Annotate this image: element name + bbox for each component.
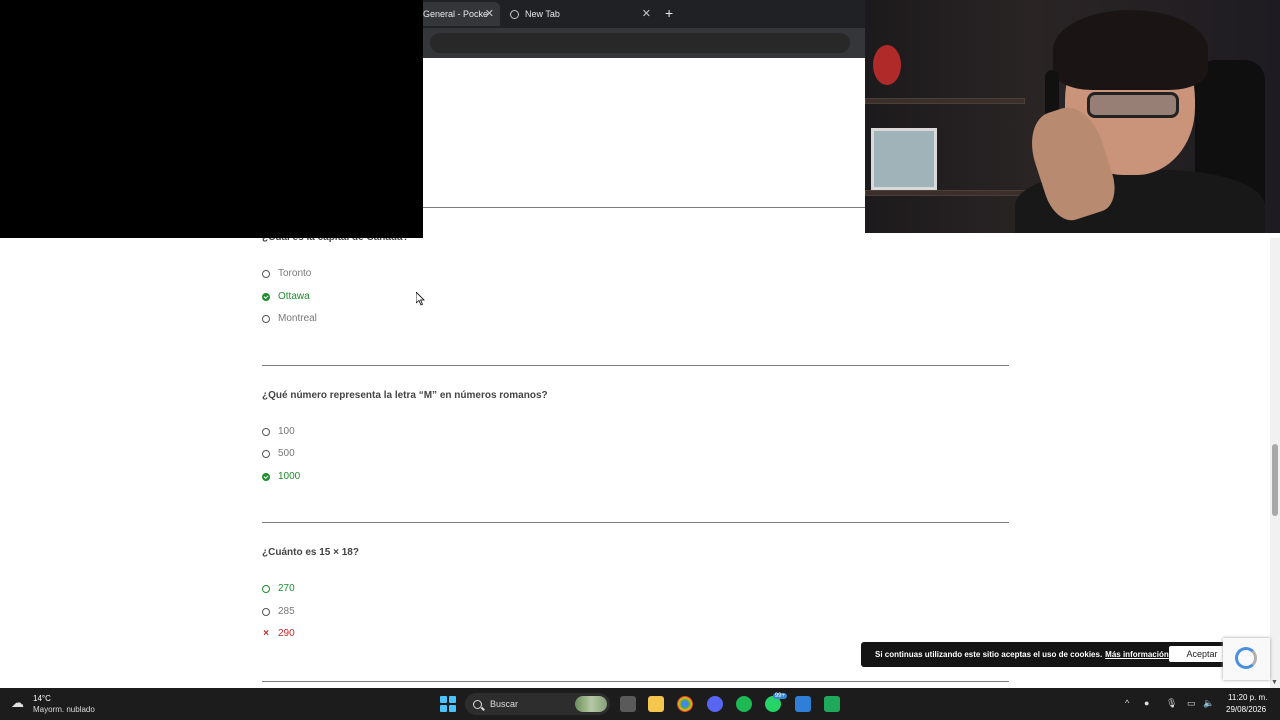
option-285: 285 bbox=[262, 606, 295, 617]
search-highlight-image bbox=[575, 696, 607, 712]
radio-icon bbox=[262, 449, 270, 458]
picture-frame bbox=[871, 128, 937, 190]
question-3: ¿Cuánto es 15 × 18? bbox=[262, 547, 359, 558]
radio-icon bbox=[262, 427, 270, 436]
webcam-overlay bbox=[865, 0, 1280, 233]
more-info-link[interactable]: Más información bbox=[1105, 650, 1169, 659]
option-100: 100 bbox=[262, 426, 295, 437]
radio-icon bbox=[262, 269, 270, 278]
taskbar-search[interactable]: Buscar bbox=[465, 693, 610, 715]
shelf bbox=[865, 98, 1025, 104]
question-2: ¿Qué número representa la letra “M” en n… bbox=[262, 390, 548, 401]
clock-date[interactable]: 29/08/2026 bbox=[1226, 705, 1266, 714]
microphone-icon[interactable]: 🎙 bbox=[1166, 698, 1177, 709]
speaker-icon[interactable]: 🔈 bbox=[1203, 698, 1214, 709]
file-explorer-icon[interactable] bbox=[648, 696, 664, 712]
option-ottawa: Ottawa bbox=[262, 291, 310, 302]
scroll-thumb[interactable] bbox=[1272, 444, 1278, 516]
option-toronto: Toronto bbox=[262, 268, 311, 279]
network-icon[interactable]: ▭ bbox=[1187, 698, 1196, 709]
option-1000: 1000 bbox=[262, 471, 300, 482]
option-label: 1000 bbox=[278, 471, 301, 482]
radio-icon bbox=[262, 607, 270, 616]
figure-icon bbox=[873, 45, 901, 85]
notification-badge: 99+ bbox=[772, 693, 787, 699]
tray-app-icon[interactable]: ● bbox=[1144, 698, 1149, 708]
divider bbox=[262, 681, 1009, 682]
task-view-icon[interactable] bbox=[620, 696, 636, 712]
cookie-banner: Si continuas utilizando este sitio acept… bbox=[861, 642, 1250, 667]
option-montreal: Montreal bbox=[262, 313, 317, 324]
recaptcha-badge[interactable] bbox=[1223, 638, 1270, 680]
discord-icon[interactable] bbox=[707, 696, 723, 712]
scroll-down-icon[interactable]: ▼ bbox=[1271, 679, 1278, 686]
option-label: Toronto bbox=[278, 268, 312, 279]
app-icon[interactable] bbox=[824, 696, 840, 712]
cloud-icon[interactable]: ☁ bbox=[11, 695, 31, 711]
option-label: 270 bbox=[278, 583, 295, 594]
option-label: 500 bbox=[278, 448, 295, 459]
recaptcha-icon bbox=[1235, 647, 1257, 669]
person-hair bbox=[1053, 10, 1208, 90]
option-label: 285 bbox=[278, 606, 295, 617]
option-label: 100 bbox=[278, 426, 295, 437]
mouse-cursor-icon bbox=[415, 291, 425, 311]
option-500: 500 bbox=[262, 448, 295, 459]
spotify-icon[interactable] bbox=[736, 696, 752, 712]
check-circle-icon bbox=[262, 472, 270, 481]
chevron-up-icon[interactable]: ^ bbox=[1125, 698, 1129, 708]
check-circle-icon bbox=[262, 292, 270, 301]
cross-icon: × bbox=[263, 628, 269, 639]
photos-icon[interactable] bbox=[795, 696, 811, 712]
glasses bbox=[1087, 92, 1179, 118]
search-icon bbox=[473, 699, 482, 709]
option-label: Ottawa bbox=[278, 291, 310, 302]
whatsapp-icon[interactable]: 99+ bbox=[765, 693, 787, 712]
clock-time[interactable]: 11:20 p. m. bbox=[1228, 693, 1267, 702]
cookie-text: Si continuas utilizando este sitio acept… bbox=[875, 650, 1103, 659]
radio-icon bbox=[262, 314, 270, 323]
search-label: Buscar bbox=[490, 699, 519, 709]
radio-icon bbox=[262, 584, 270, 593]
divider bbox=[262, 522, 1009, 523]
divider bbox=[262, 365, 1009, 366]
weather-temp[interactable]: 14°C bbox=[33, 694, 51, 703]
weather-desc[interactable]: Mayorm. nublado bbox=[33, 705, 95, 714]
option-label: Montreal bbox=[278, 313, 317, 324]
page-scrollbar[interactable]: ▼ bbox=[1270, 238, 1280, 688]
windows-start-icon[interactable] bbox=[440, 696, 456, 712]
blacked-out-region bbox=[0, 0, 423, 238]
option-270: 270 bbox=[262, 583, 295, 594]
option-290: × 290 bbox=[262, 628, 295, 639]
chrome-icon[interactable] bbox=[677, 696, 693, 712]
option-label: 290 bbox=[278, 628, 295, 639]
taskbar: ☁ 14°C Mayorm. nublado Buscar 99+ ^ ● 🎙 … bbox=[0, 688, 1280, 720]
screen: General - Pocke ✕ New Tab ✕ + ¿Cuál es l… bbox=[0, 0, 1280, 720]
